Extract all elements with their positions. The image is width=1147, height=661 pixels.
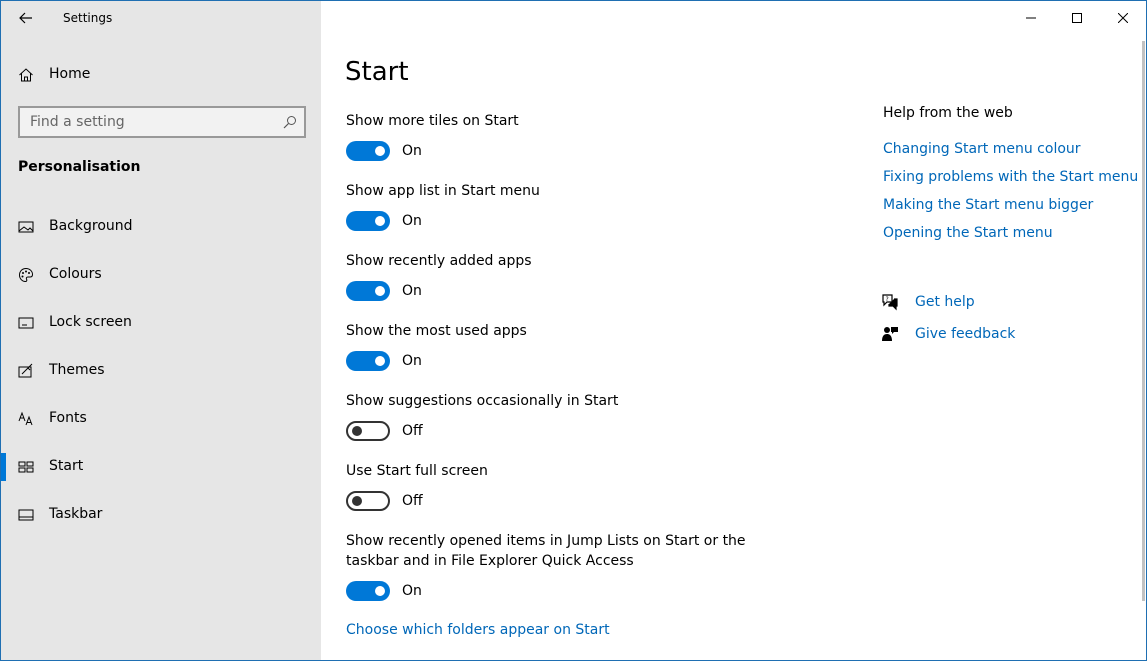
toggle-state-label: On xyxy=(402,213,422,229)
start-icon xyxy=(18,461,34,473)
give-feedback-item[interactable]: Give feedback xyxy=(881,323,1015,345)
give-feedback-link: Give feedback xyxy=(915,326,1016,342)
full-screen-toggle[interactable] xyxy=(346,491,390,511)
sidebar-item-label: Lock screen xyxy=(49,314,132,330)
sidebar-item-lock-screen[interactable]: Lock screen xyxy=(1,305,321,341)
setting-jump-lists: Show recently opened items in Jump Lists… xyxy=(346,531,786,601)
window-controls xyxy=(1008,1,1146,35)
get-help-item[interactable]: ? Get help xyxy=(881,291,975,313)
sidebar-item-start[interactable]: Start xyxy=(1,449,321,485)
help-link-bigger[interactable]: Making the Start menu bigger xyxy=(883,197,1093,213)
toggle-state-label: On xyxy=(402,583,422,599)
most-used-toggle[interactable] xyxy=(346,351,390,371)
sidebar-item-fonts[interactable]: Fonts xyxy=(1,401,321,437)
minimize-icon xyxy=(1026,17,1036,19)
help-title: Help from the web xyxy=(883,105,1013,121)
help-link-fixing[interactable]: Fixing problems with the Start menu xyxy=(883,169,1138,185)
more-tiles-toggle[interactable] xyxy=(346,141,390,161)
maximize-button[interactable] xyxy=(1054,1,1100,35)
section-title: Personalisation xyxy=(18,159,141,175)
home-label: Home xyxy=(49,66,91,82)
title-bar: Settings xyxy=(1,1,321,35)
minimize-button[interactable] xyxy=(1008,1,1054,35)
suggestions-toggle[interactable] xyxy=(346,421,390,441)
setting-app-list: Show app list in Start menu On xyxy=(346,181,806,231)
app-list-toggle[interactable] xyxy=(346,211,390,231)
sidebar-item-label: Themes xyxy=(49,362,105,378)
sidebar-item-themes[interactable]: Themes xyxy=(1,353,321,389)
picture-icon xyxy=(18,221,34,233)
choose-folders-link[interactable]: Choose which folders appear on Start xyxy=(346,622,610,638)
sidebar-item-label: Colours xyxy=(49,266,102,282)
sidebar-item-label: Taskbar xyxy=(49,506,103,522)
jump-lists-toggle[interactable] xyxy=(346,581,390,601)
setting-label: Show app list in Start menu xyxy=(346,183,540,199)
sidebar-item-label: Background xyxy=(49,218,133,234)
setting-more-tiles: Show more tiles on Start On xyxy=(346,111,806,161)
themes-icon xyxy=(18,363,33,378)
home-nav-item[interactable]: Home xyxy=(1,61,321,89)
setting-label: Show recently added apps xyxy=(346,253,532,269)
back-arrow-icon xyxy=(19,12,32,24)
recently-added-toggle[interactable] xyxy=(346,281,390,301)
close-button[interactable] xyxy=(1100,1,1146,35)
setting-label: Show recently opened items in Jump Lists… xyxy=(346,533,746,569)
svg-text:?: ? xyxy=(886,296,889,303)
search-icon[interactable] xyxy=(283,115,297,129)
setting-label: Show suggestions occasionally in Start xyxy=(346,393,619,409)
sidebar-item-colours[interactable]: Colours xyxy=(1,257,321,293)
search-input[interactable]: Find a setting xyxy=(18,106,306,138)
taskbar-icon xyxy=(18,509,34,521)
page-title: Start xyxy=(345,57,409,87)
sidebar-item-label: Fonts xyxy=(49,410,87,426)
lock-screen-icon xyxy=(18,317,34,329)
window-title: Settings xyxy=(63,11,113,25)
feedback-icon xyxy=(882,327,898,341)
sidebar: Settings Home Find a setting Personalisa… xyxy=(1,1,321,660)
help-link-opening[interactable]: Opening the Start menu xyxy=(883,225,1053,241)
setting-full-screen: Use Start full screen Off xyxy=(346,461,806,511)
search-placeholder: Find a setting xyxy=(30,114,125,130)
setting-label: Use Start full screen xyxy=(346,463,488,479)
active-indicator xyxy=(1,453,6,481)
get-help-link: Get help xyxy=(915,294,975,310)
home-icon xyxy=(19,68,33,82)
toggle-state-label: On xyxy=(402,283,422,299)
fonts-icon xyxy=(18,411,33,426)
scrollbar[interactable] xyxy=(1142,41,1145,601)
toggle-state-label: Off xyxy=(402,493,423,509)
back-button[interactable] xyxy=(13,5,39,31)
toggle-state-label: Off xyxy=(402,423,423,439)
maximize-icon xyxy=(1072,13,1082,23)
help-link-colour[interactable]: Changing Start menu colour xyxy=(883,141,1081,157)
setting-label: Show the most used apps xyxy=(346,323,527,339)
setting-label: Show more tiles on Start xyxy=(346,113,519,129)
sidebar-item-background[interactable]: Background xyxy=(1,209,321,245)
settings-window: Settings Home Find a setting Personalisa… xyxy=(0,0,1147,661)
sidebar-item-taskbar[interactable]: Taskbar xyxy=(1,497,321,533)
setting-recently-added: Show recently added apps On xyxy=(346,251,806,301)
sidebar-item-label: Start xyxy=(49,458,84,474)
palette-icon xyxy=(18,267,34,283)
setting-suggestions: Show suggestions occasionally in Start O… xyxy=(346,391,806,441)
chat-help-icon: ? xyxy=(882,294,898,311)
close-icon xyxy=(1118,13,1128,23)
toggle-state-label: On xyxy=(402,143,422,159)
setting-most-used: Show the most used apps On xyxy=(346,321,806,371)
toggle-state-label: On xyxy=(402,353,422,369)
